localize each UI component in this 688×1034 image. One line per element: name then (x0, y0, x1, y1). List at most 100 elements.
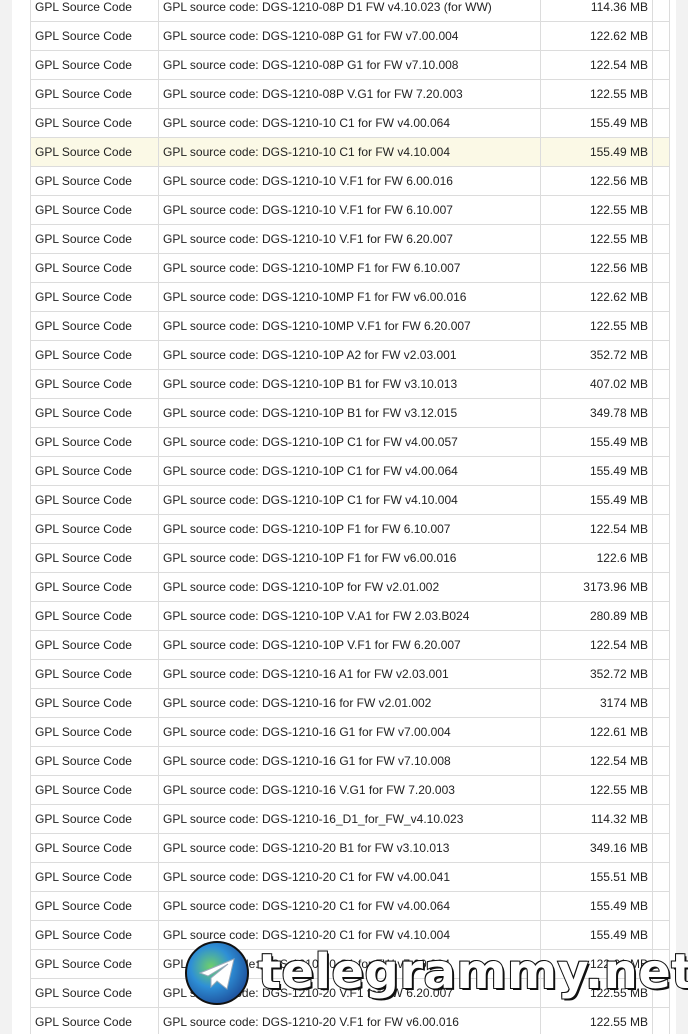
table-row: GPL Source Code GPL source code: DGS-1210… (30, 833, 670, 863)
row-size-cell: 155.49 MB (540, 891, 653, 921)
row-description-link[interactable]: GPL source code: DGS-1210-20 V.F1 for FW… (158, 1007, 541, 1034)
table-row: GPL Source Code GPL source code: DGS-1210… (30, 427, 670, 457)
row-description-link[interactable]: GPL source code: DGS-1210-10 V.F1 for FW… (158, 224, 541, 254)
row-description-link[interactable]: GPL source code: DGS-1210-10 V.F1 for FW… (158, 166, 541, 196)
row-description-link[interactable]: GPL source code: DGS-1210-10P C1 for FW … (158, 485, 541, 515)
row-description-link[interactable]: GPL source code: DGS-1210-20 C1 for FW v… (158, 862, 541, 892)
row-description-link[interactable]: GPL source code: DGS-1210-16 A1 for FW v… (158, 659, 541, 689)
table-row: GPL Source Code GPL source code: DGS-1210… (30, 137, 670, 167)
row-extra-cell (652, 311, 670, 341)
row-size-cell: 122.54 MB (540, 514, 653, 544)
row-type-cell: GPL Source Code (30, 862, 159, 892)
row-description-link[interactable]: GPL source code: DGS-1210-20 V.F1 for FW… (158, 978, 541, 1008)
row-description-link[interactable]: GPL source code: DGS-1210-10 C1 for FW v… (158, 108, 541, 138)
table-row: GPL Source Code GPL source code: DGS-1210… (30, 21, 670, 51)
row-extra-cell (652, 224, 670, 254)
row-type-cell: GPL Source Code (30, 282, 159, 312)
row-extra-cell (652, 195, 670, 225)
row-description-link[interactable]: GPL source code: DGS-1210-10MP V.F1 for … (158, 311, 541, 341)
row-extra-cell (652, 543, 670, 573)
table-row: GPL Source Code GPL source code: DGS-1210… (30, 398, 670, 428)
row-description-link[interactable]: GPL source code: DGS-1210-08P G1 for FW … (158, 21, 541, 51)
row-description-link[interactable]: GPL source code: DGS-1210-16 V.G1 for FW… (158, 775, 541, 805)
table-row: GPL Source Code GPL source code: DGS-1210… (30, 601, 670, 631)
row-type-cell: GPL Source Code (30, 833, 159, 863)
row-description-link[interactable]: GPL source code: DGS-1210-16_D1_for_FW_v… (158, 804, 541, 834)
row-extra-cell (652, 688, 670, 718)
row-description-link[interactable]: GPL source code: DGS-1210-10P V.F1 for F… (158, 630, 541, 660)
row-type-cell: GPL Source Code (30, 369, 159, 399)
row-extra-cell (652, 137, 670, 167)
row-type-cell: GPL Source Code (30, 311, 159, 341)
row-description-link[interactable]: GPL source code: DGS-1210-20 B1 for FW v… (158, 833, 541, 863)
row-extra-cell (652, 50, 670, 80)
row-extra-cell (652, 0, 670, 22)
row-extra-cell (652, 949, 670, 979)
row-description-link[interactable]: GPL source code: DGS-1210-20 C1 for FW v… (158, 891, 541, 921)
row-type-cell: GPL Source Code (30, 50, 159, 80)
row-size-cell: 352.72 MB (540, 340, 653, 370)
row-extra-cell (652, 514, 670, 544)
row-size-cell: 122.55 MB (540, 978, 653, 1008)
row-description-link[interactable]: GPL source code: DGS-1210-10P F1 for FW … (158, 543, 541, 573)
row-description-link[interactable]: GPL source code: DGS-1210-10P B1 for FW … (158, 369, 541, 399)
row-size-cell: 122.56 MB (540, 253, 653, 283)
row-description-link[interactable]: GPL source code: DGS-1210-08P G1 for FW … (158, 50, 541, 80)
row-type-cell: GPL Source Code (30, 775, 159, 805)
table-row: GPL Source Code GPL source code: DGS-1210… (30, 746, 670, 776)
row-type-cell: GPL Source Code (30, 108, 159, 138)
row-description-link[interactable]: GPL source code: DGS-1210-16 G1 for FW v… (158, 746, 541, 776)
row-description-link[interactable]: GPL source code: DGS-1210-10P for FW v2.… (158, 572, 541, 602)
row-size-cell: 155.51 MB (540, 862, 653, 892)
table-row: GPL Source Code GPL source code: DGS-1210… (30, 50, 670, 80)
row-type-cell: GPL Source Code (30, 398, 159, 428)
row-description-link[interactable]: GPL source code: DGS-1210-20 C1 for FW v… (158, 920, 541, 950)
table-row: GPL Source Code GPL source code: DGS-1210… (30, 659, 670, 689)
row-description-link[interactable]: GPL source code: DGS-1210-10MP F1 for FW… (158, 253, 541, 283)
row-description-link[interactable]: GPL source code: DGS-1210-10P V.A1 for F… (158, 601, 541, 631)
row-extra-cell (652, 369, 670, 399)
row-size-cell: 122.61 MB (540, 949, 653, 979)
table-row: GPL Source Code GPL source code: DGS-1210… (30, 340, 670, 370)
row-size-cell: 122.62 MB (540, 282, 653, 312)
row-type-cell: GPL Source Code (30, 485, 159, 515)
table-row: GPL Source Code GPL source code: DGS-1210… (30, 572, 670, 602)
row-type-cell: GPL Source Code (30, 543, 159, 573)
row-type-cell: GPL Source Code (30, 688, 159, 718)
table-row: GPL Source Code GPL source code: DGS-1210… (30, 311, 670, 341)
row-description-link[interactable]: GPL source code: DGS-1210-10P C1 for FW … (158, 456, 541, 486)
row-type-cell: GPL Source Code (30, 340, 159, 370)
table-row: GPL Source Code GPL source code: DGS-1210… (30, 717, 670, 747)
row-type-cell: GPL Source Code (30, 949, 159, 979)
row-type-cell: GPL Source Code (30, 456, 159, 486)
row-description-link[interactable]: GPL source code: DGS-1210-10P A2 for FW … (158, 340, 541, 370)
row-description-link[interactable]: GPL source code: DGS-1210-10P C1 for FW … (158, 427, 541, 457)
row-description-link[interactable]: GPL source code: DGS-1210-16 G1 for FW v… (158, 717, 541, 747)
row-description-link[interactable]: GPL source code: DGS-1210-10P B1 for FW … (158, 398, 541, 428)
row-description-link[interactable]: GPL source code: DGS-1210-10MP F1 for FW… (158, 282, 541, 312)
row-description-link[interactable]: GPL source code: DGS-1210-08P D1 FW v4.1… (158, 0, 541, 22)
row-extra-cell (652, 775, 670, 805)
row-description-link[interactable]: GPL source code: DGS-1210-16 for FW v2.0… (158, 688, 541, 718)
row-size-cell: 122.56 MB (540, 166, 653, 196)
row-type-cell: GPL Source Code (30, 746, 159, 776)
table-row: GPL Source Code GPL source code: DGS-1210… (30, 804, 670, 834)
row-type-cell: GPL Source Code (30, 427, 159, 457)
row-description-link[interactable]: GPL source code: DGS-1210-10 C1 for FW v… (158, 137, 541, 167)
table-row: GPL Source Code GPL source code: DGS-1210… (30, 224, 670, 254)
row-description-link[interactable]: GPL source code: DGS-1210-10 V.F1 for FW… (158, 195, 541, 225)
table-row: GPL Source Code GPL source code: DGS-1210… (30, 253, 670, 283)
table-row: GPL Source Code GPL source code: DGS-1210… (30, 282, 670, 312)
downloads-table-container: GPL Source Code GPL source code: DGS-1210… (30, 0, 670, 1034)
row-extra-cell (652, 601, 670, 631)
row-size-cell: 349.16 MB (540, 833, 653, 863)
row-description-link[interactable]: GPL source code: DGS-1210-08P V.G1 for F… (158, 79, 541, 109)
row-extra-cell (652, 891, 670, 921)
row-description-link[interactable]: GPL source code: DGS-1210-10P F1 for FW … (158, 514, 541, 544)
table-row: GPL Source Code GPL source code: DGS-1210… (30, 543, 670, 573)
row-description-link[interactable]: GPL source code: DGS-1210-20 C1 for FW v… (158, 949, 541, 979)
table-row: GPL Source Code GPL source code: DGS-1210… (30, 1007, 670, 1034)
row-size-cell: 280.89 MB (540, 601, 653, 631)
row-extra-cell (652, 108, 670, 138)
row-size-cell: 122.54 MB (540, 630, 653, 660)
